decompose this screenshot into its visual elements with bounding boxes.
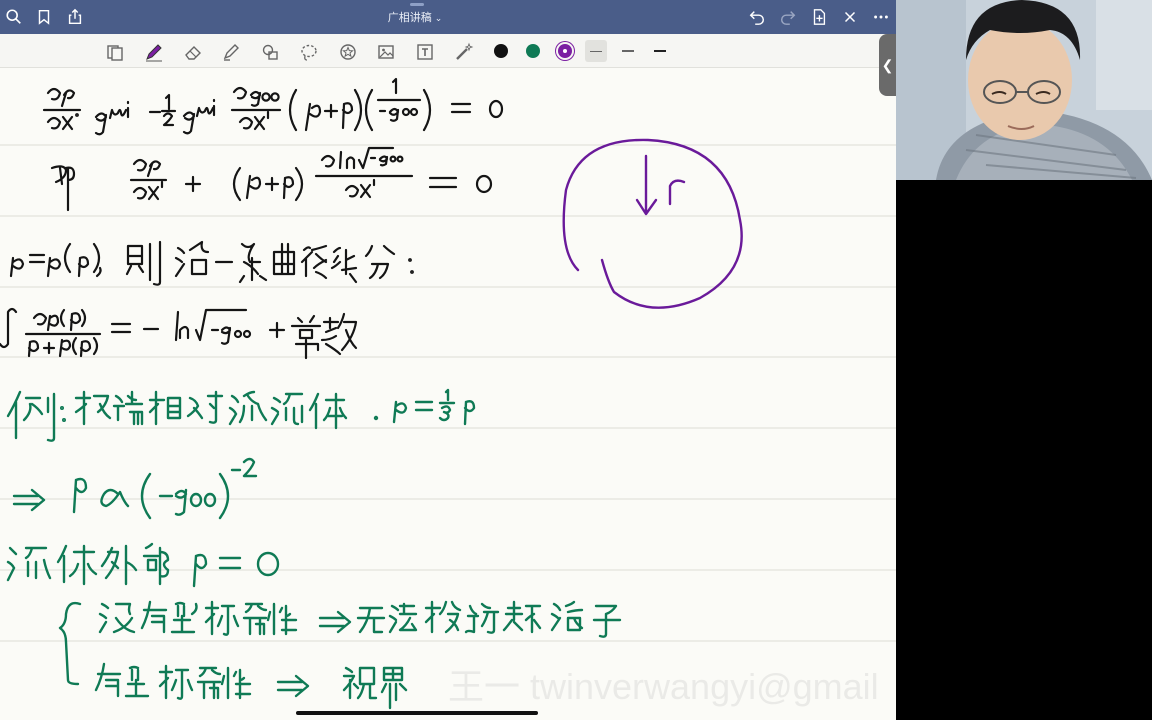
window-grip[interactable] — [410, 3, 424, 6]
home-indicator[interactable] — [296, 711, 538, 715]
note-canvas[interactable] — [0, 68, 896, 720]
document-title-text: 广相讲稿 — [387, 12, 432, 24]
color-swatch-green[interactable] — [526, 44, 540, 58]
text-icon[interactable] — [413, 40, 437, 64]
close-icon[interactable] — [838, 5, 862, 29]
eraser-icon[interactable] — [181, 40, 205, 64]
presenter-avatar — [896, 0, 1152, 180]
shapes-icon[interactable] — [258, 40, 282, 64]
page-layout-icon[interactable] — [103, 40, 127, 64]
sticker-icon[interactable] — [336, 40, 360, 64]
color-swatch-black[interactable] — [494, 44, 508, 58]
document-title[interactable]: 广相讲稿 ⌄ — [0, 9, 830, 25]
watermark-text: 王一 twinverwangyi@gmail — [448, 666, 879, 707]
selected-indicator — [563, 49, 567, 53]
more-icon[interactable] — [869, 5, 893, 29]
add-page-icon[interactable] — [807, 5, 831, 29]
title-bar: 广相讲稿 ⌄ — [0, 0, 896, 34]
video-letterbox — [896, 180, 1152, 720]
chevron-down-icon: ⌄ — [434, 13, 443, 23]
undo-icon[interactable] — [745, 5, 769, 29]
webcam-video — [896, 0, 1152, 180]
stroke-width-medium[interactable] — [617, 40, 639, 62]
handwriting-layer — [0, 77, 896, 710]
pen-icon[interactable] — [142, 40, 166, 64]
handwriting-black — [0, 77, 504, 360]
sketch-circle-diagram — [562, 138, 743, 309]
redo-icon[interactable] — [776, 5, 800, 29]
stroke-width-thin[interactable] — [585, 40, 607, 62]
drawing-toolbar — [0, 34, 896, 68]
lasso-icon[interactable] — [297, 40, 321, 64]
image-icon[interactable] — [374, 40, 398, 64]
notes-app: 广相讲稿 ⌄ ❮ 王一 twinverwangyi@gmail — [0, 0, 896, 720]
laser-pointer-icon[interactable] — [452, 40, 476, 64]
highlighter-icon[interactable] — [219, 40, 243, 64]
stroke-width-thick[interactable] — [649, 40, 671, 62]
color-swatch-purple[interactable] — [558, 44, 572, 58]
